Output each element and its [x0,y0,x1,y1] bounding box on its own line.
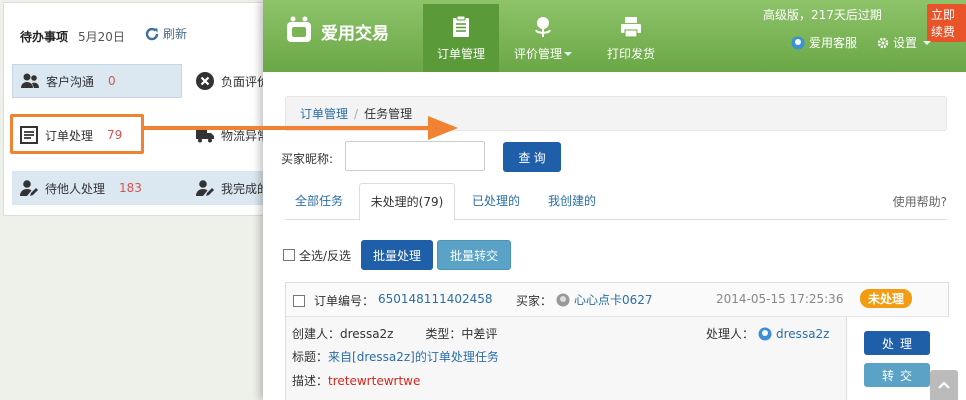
order-no-link[interactable]: 650148111402458 [378,292,493,306]
todo-date: 5月20日 [78,30,125,44]
todo-panel: 待办事项 5月20日 刷新 客户沟通 0 负面评价 订单处理 79 物流异常 待… [3,2,278,216]
task-card-body: 创建人：dressa2z 类型：中差评 处理人： dressa2z 标题：来自[… [286,317,846,400]
nav-tab-reviews[interactable]: 评价管理 [503,4,583,72]
handler-avatar-icon [758,327,772,340]
nav-label: 打印发货 [606,46,655,61]
buyer-nick-input[interactable] [345,141,485,171]
todo-item-label: 客户沟通 [46,74,95,89]
chevron-down-icon [564,52,572,56]
x-circle-icon [196,72,214,90]
todo-header: 待办事项 5月20日 刷新 [4,3,277,65]
breadcrumb-parent[interactable]: 订单管理 [300,105,348,122]
breadcrumb: 订单管理 / 任务管理 [285,96,947,131]
user-edit-icon [196,180,214,196]
service-label: 爱用客服 [809,36,858,50]
refresh-icon [145,27,159,40]
app-logo[interactable]: 爱用交易 [283,14,389,48]
annotation-highlight-box [10,114,144,154]
tab-created-by-me[interactable]: 我创建的 [539,183,605,220]
task-card: 订单编号： 650148111402458 买家： 心心点卡0627 2014-… [285,282,950,400]
status-badge: 未处理 [860,289,913,308]
todo-title: 待办事项 [20,30,69,44]
select-all-checkbox[interactable] [283,249,295,261]
bulk-action-bar: 全选/反选 批量处理 批量转交 [283,240,512,270]
batch-process-button[interactable]: 批量处理 [361,240,434,270]
customer-service-link[interactable]: 爱用客服 [791,34,857,51]
refresh-button[interactable]: 刷新 [144,25,187,42]
breadcrumb-current: 任务管理 [364,107,413,121]
printer-icon [621,16,641,37]
task-timestamp: 2014-05-15 17:25:36 [716,292,844,306]
todo-item-label: 负面评价 [221,74,270,89]
nav-label: 订单管理 [436,46,485,61]
task-card-header: 订单编号： 650148111402458 买家： 心心点卡0627 2014-… [286,283,948,317]
todo-item-customer-comm[interactable]: 客户沟通 0 [12,64,182,98]
edition-text: 高级版，217天后过期 [763,8,882,22]
todo-item-label: 我完成的 [221,181,270,196]
creator-label: 创建人： [292,327,341,341]
settings-menu[interactable]: 设置 [877,34,932,51]
todo-item-count: 183 [119,181,142,195]
users-icon [21,73,39,88]
creator-row: 创建人：dressa2z 类型：中差评 [292,325,497,342]
nav-label-text: 评价管理 [513,46,562,61]
truck-icon [196,130,214,143]
todo-item-label: 物流异常 [221,128,270,143]
buyer-name: 心心点卡0627 [574,293,653,307]
nav-label: 评价管理 [514,45,572,62]
user-edit-icon [20,180,38,196]
handler-link[interactable]: dressa2z [776,327,829,341]
order-no-label: 订单编号： [314,294,375,308]
handler-label: 处理人： [706,327,755,341]
type-value: 中差评 [461,327,498,341]
select-all-label: 全选/反选 [299,248,352,263]
search-button[interactable]: 查 询 [503,142,561,172]
scroll-to-top-button[interactable] [930,370,958,400]
main-window: 爱用交易 订单管理 评价管理 打印发货 高级版，217天后过期 立即续费 爱用客… [263,0,966,400]
logo-text: 爱用交易 [321,23,389,44]
gear-icon [877,37,889,48]
tab-pending[interactable]: 未处理的(79) [359,183,455,221]
buyer-nick-label: 买家昵称: [281,152,334,166]
buyer-avatar-icon [556,293,570,306]
task-tabs: 全部任务 未处理的(79) 已处理的 我创建的 使用帮助? [285,183,947,221]
buyer-label: 买家： [516,294,553,308]
batch-transfer-button[interactable]: 批量转交 [437,240,512,270]
transfer-button[interactable]: 转交 [864,363,930,387]
top-navbar: 爱用交易 订单管理 评价管理 打印发货 高级版，217天后过期 立即续费 爱用客… [263,0,966,72]
service-avatar-icon [791,36,805,49]
task-title-link[interactable]: 来自[dressa2z]的订单处理任务 [328,350,499,364]
creator-value: dressa2z [340,327,394,341]
title-row: 标题：来自[dressa2z]的订单处理任务 [292,348,499,365]
nav-tab-print[interactable]: 打印发货 [591,4,671,72]
nav-tab-orders[interactable]: 订单管理 [423,4,499,72]
todo-item-label: 待他人处理 [45,181,106,196]
chevron-down-icon [923,40,932,45]
tab-all-tasks[interactable]: 全部任务 [285,183,353,220]
logo-icon [287,16,311,42]
buyer-link[interactable]: 心心点卡0627 [556,291,653,308]
desc-label: 描述： [292,374,329,388]
help-link[interactable]: 使用帮助? [893,193,947,210]
tab-processed[interactable]: 已处理的 [463,183,529,220]
flower-icon [535,16,551,37]
type-label: 类型： [425,327,462,341]
desc-row: 描述：tretewrtewrtwe [292,372,420,389]
chevron-up-icon [938,381,950,389]
todo-item-count: 0 [108,74,116,88]
settings-label: 设置 [893,36,918,50]
renew-button[interactable]: 立即续费 [927,4,966,42]
desc-value: tretewrtewrtwe [328,374,421,388]
breadcrumb-separator: / [354,106,359,121]
refresh-label: 刷新 [163,27,188,41]
task-checkbox[interactable] [293,295,305,307]
handle-button[interactable]: 处理 [864,331,930,355]
title-label: 标题： [292,350,329,364]
handler-row: 处理人： dressa2z [706,325,829,342]
clipboard-icon [453,15,469,37]
